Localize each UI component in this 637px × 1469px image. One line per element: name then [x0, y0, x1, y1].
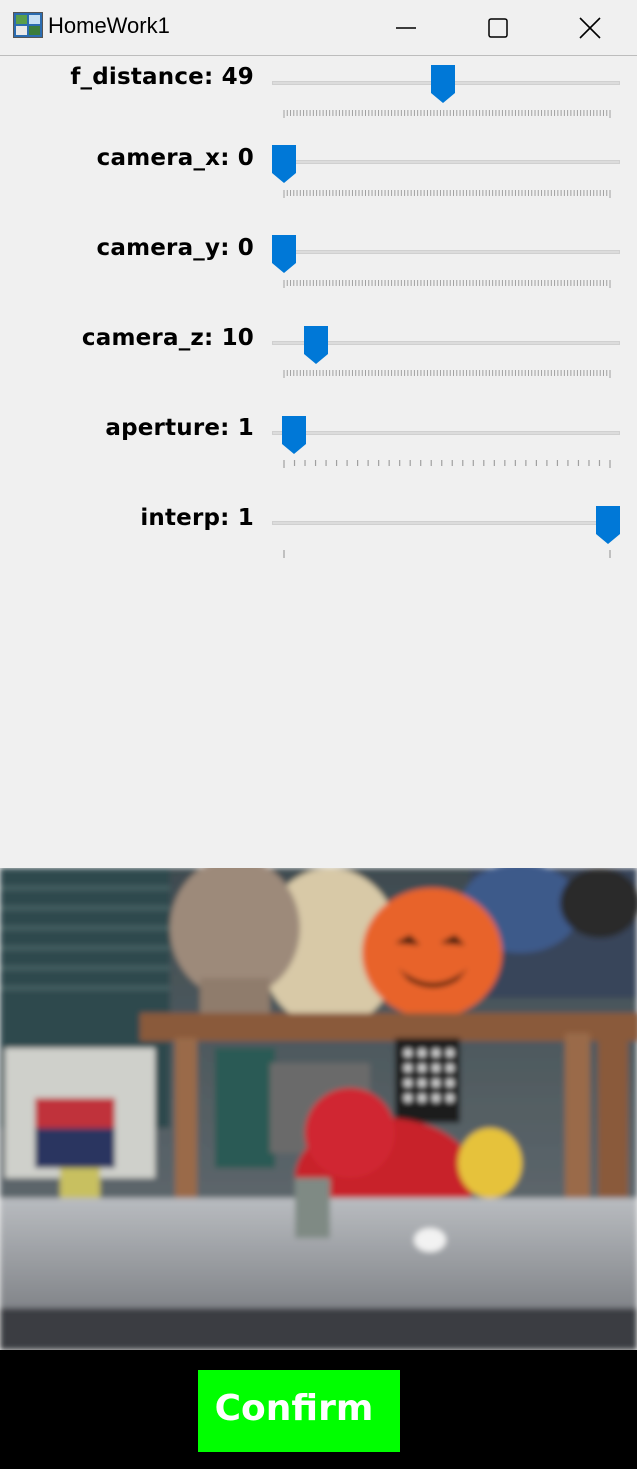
slider-thumb[interactable] — [272, 145, 296, 183]
close-icon — [579, 17, 601, 39]
slider-label: camera_x: 0 — [96, 145, 254, 171]
slider-track[interactable] — [272, 160, 620, 164]
slider-track[interactable] — [272, 250, 620, 254]
slider-label: camera_y: 0 — [96, 235, 254, 261]
slider-thumb[interactable] — [596, 506, 620, 544]
slider-panel: f_distance: 49 camera_x: 0 camera_y: 0 c… — [0, 56, 637, 868]
slider-ticks — [283, 190, 611, 198]
maximize-icon — [488, 18, 508, 38]
title-bar: HomeWork1 — [0, 0, 637, 56]
slider-thumb[interactable] — [430, 65, 455, 103]
slider-label: aperture: 1 — [105, 415, 254, 441]
slider-thumb[interactable] — [281, 416, 306, 454]
maximize-button[interactable] — [452, 0, 544, 56]
slider-ticks — [283, 550, 611, 558]
minimize-button[interactable] — [360, 0, 452, 56]
slider-label: camera_z: 10 — [81, 325, 254, 351]
confirm-button[interactable]: Confirm — [198, 1370, 400, 1452]
slider-label: interp: 1 — [140, 505, 254, 531]
slider-ticks — [283, 110, 611, 118]
minimize-icon — [396, 27, 416, 29]
close-button[interactable] — [544, 0, 636, 56]
slider-thumb[interactable] — [272, 235, 296, 273]
slider-thumb[interactable] — [304, 326, 329, 364]
window-title: HomeWork1 — [48, 13, 170, 38]
camera-preview-image — [0, 868, 637, 1350]
slider-label: f_distance: 49 — [70, 64, 254, 90]
slider-ticks — [283, 460, 611, 468]
slider-track[interactable] — [272, 431, 620, 435]
slider-ticks — [283, 280, 611, 288]
app-icon — [13, 12, 43, 38]
slider-track[interactable] — [272, 521, 620, 525]
slider-ticks — [283, 370, 611, 378]
